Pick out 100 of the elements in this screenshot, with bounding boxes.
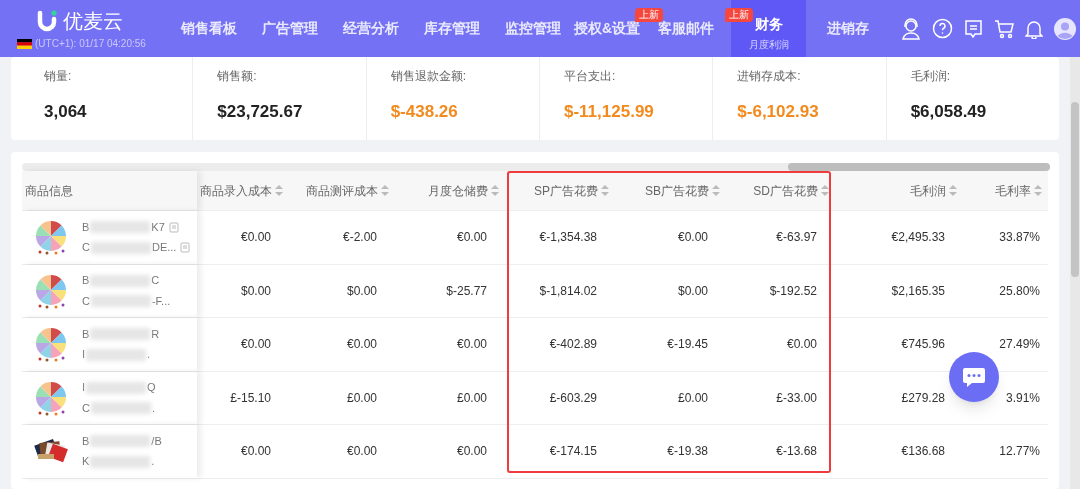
column-header: SD广告花费	[753, 182, 818, 200]
product-text: B	[82, 326, 90, 342]
new-badge: 上新	[635, 8, 663, 22]
new-badge: 上新	[725, 8, 753, 22]
message-icon[interactable]	[964, 18, 983, 39]
summary-value: $6,058.49	[910, 101, 988, 123]
table-cell-text: €0.00	[240, 229, 271, 247]
bell-icon[interactable]	[1025, 18, 1043, 39]
product-text: I	[82, 380, 86, 396]
table-cell-text: €-63.97	[776, 229, 817, 247]
table-cell-text: £0.00	[456, 389, 487, 407]
copy-icon[interactable]	[180, 242, 191, 253]
nav-tab[interactable]: 销售看板	[168, 0, 249, 57]
timezone-clock: (UTC+1): 01/17 04:20:56	[35, 37, 146, 51]
summary-label: 销量:	[44, 68, 73, 85]
nav-tab[interactable]: 监控管理	[492, 0, 573, 57]
product-text: /B	[151, 433, 162, 449]
table-cell-text: $2,165.35	[891, 282, 945, 300]
table-cell-text: £279.28	[901, 389, 945, 407]
table-cell-text: 33.87%	[999, 229, 1040, 247]
table-cell-text: £-603.29	[549, 389, 597, 407]
product-text: C	[82, 240, 90, 256]
help-icon[interactable]	[932, 18, 953, 39]
column-header: 月度仓储费	[428, 182, 488, 200]
product-text: B	[82, 219, 90, 235]
table-cell-text: €0.00	[240, 443, 271, 461]
table-cell-text: £-15.10	[230, 389, 271, 407]
table-cell-text: €0.00	[456, 229, 487, 247]
table-cell-text: €-19.38	[667, 443, 708, 461]
product-text: DE...	[151, 240, 177, 256]
column-header: 商品信息	[25, 182, 73, 200]
sort-icon[interactable]	[712, 185, 720, 196]
table-cell-text: €-174.15	[549, 443, 597, 461]
table-cell-text: $-192.52	[769, 282, 817, 300]
table-cell-text: €136.68	[901, 443, 945, 461]
table-cell-text: $0.00	[240, 282, 271, 300]
product-text: C	[82, 293, 90, 309]
sort-icon[interactable]	[949, 185, 957, 196]
table-cell-text: €0.00	[456, 443, 487, 461]
sort-icon[interactable]	[601, 185, 609, 196]
table-cell-text: €-13.68	[776, 443, 817, 461]
nav-tab[interactable]: 库存管理	[411, 0, 492, 57]
product-text: .	[147, 347, 151, 363]
sort-icon[interactable]	[275, 185, 283, 196]
logo-icon	[37, 10, 57, 32]
nav-tab[interactable]: 经营分析	[330, 0, 411, 57]
table-cell-text: €-19.45	[667, 336, 708, 354]
avatar-icon[interactable]	[1054, 17, 1076, 40]
table-cell-text: $-1,814.02	[539, 282, 597, 300]
table-cell-text: €0.00	[786, 336, 817, 354]
product-text: B	[82, 273, 90, 289]
cart-icon[interactable]	[994, 18, 1014, 39]
column-header: SB广告花费	[645, 182, 709, 200]
nav-tab[interactable]: 广告管理	[249, 0, 330, 57]
tab-subtitle: 月度利润	[748, 37, 789, 52]
sort-icon[interactable]	[491, 185, 499, 196]
table-cell-text: €0.00	[456, 336, 487, 354]
product-text: K7	[151, 219, 165, 235]
redaction-blur	[90, 241, 151, 254]
table-cell-text: €2,495.33	[891, 229, 945, 247]
redaction-blur	[90, 274, 151, 287]
product-text: R	[151, 326, 160, 342]
summary-label: 平台支出:	[564, 68, 617, 85]
table-cell-text: 3.91%	[1005, 389, 1040, 407]
product-text: C	[82, 400, 90, 416]
redaction-blur	[90, 455, 151, 468]
product-text: K	[82, 454, 90, 470]
summary-value: $-438.26	[390, 101, 459, 123]
column-header: SP广告花费	[534, 182, 598, 200]
scrollbar-thumb[interactable]	[1071, 102, 1079, 277]
copy-icon[interactable]	[168, 221, 179, 233]
summary-label: 销售退款金额:	[390, 68, 467, 85]
table-cell-text: £-33.00	[776, 389, 817, 407]
redaction-blur	[90, 435, 151, 447]
sort-icon[interactable]	[381, 185, 389, 196]
table-cell-text: $0.00	[677, 282, 708, 300]
sort-icon[interactable]	[821, 185, 829, 196]
sort-icon[interactable]	[1034, 185, 1042, 196]
support-agent-icon[interactable]	[901, 17, 921, 40]
product-text: .	[151, 454, 155, 470]
column-header: 商品录入成本	[200, 182, 272, 200]
table-cell-text: £0.00	[677, 389, 708, 407]
table-cell-text: €0.00	[240, 336, 271, 354]
product-text: Q	[147, 380, 156, 396]
table-cell-text: 25.80%	[999, 282, 1040, 300]
redaction-blur	[90, 328, 151, 340]
redaction-blur	[86, 348, 147, 361]
table-cell-text: €0.00	[677, 229, 708, 247]
scrollbar-thumb[interactable]	[788, 163, 1050, 171]
column-header: 商品测评成本	[306, 182, 378, 200]
redaction-blur	[86, 381, 147, 394]
table-cell-text: $0.00	[346, 282, 377, 300]
nav-tab[interactable]: 进销存	[806, 0, 890, 57]
table-cell-text: €-402.89	[549, 336, 597, 354]
product-text: -F...	[151, 293, 171, 309]
summary-label: 进销存成本:	[737, 68, 802, 85]
table-cell-text: $-25.77	[446, 282, 487, 300]
product-text: B	[82, 433, 90, 449]
redaction-blur	[90, 402, 151, 414]
product-text: C	[151, 273, 160, 289]
